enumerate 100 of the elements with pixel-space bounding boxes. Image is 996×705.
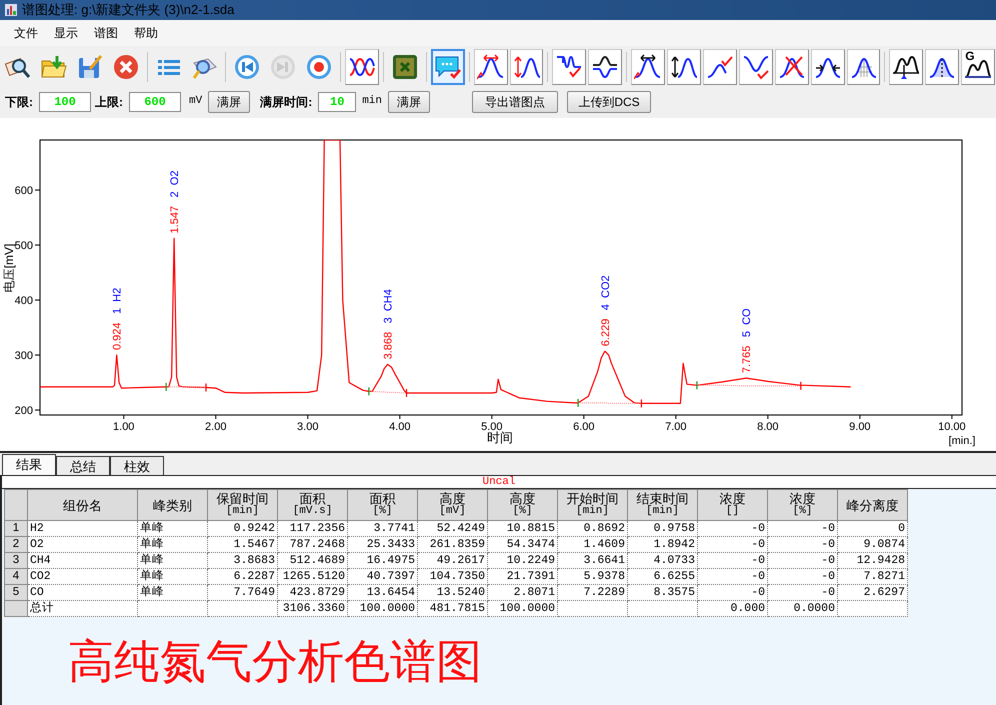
lower-limit-label: 下限: (5, 94, 33, 110)
x-tick-label: 4.00 (389, 421, 410, 433)
x-tick: 3.00 (297, 414, 318, 433)
time-label: 满屏时间: (260, 94, 312, 110)
peak-name-label: 1 H2 (112, 288, 124, 314)
header-corner (4, 489, 28, 521)
toolbar-button[interactable] (925, 49, 960, 85)
column-header[interactable]: 面积 [%] (348, 489, 418, 521)
table-cell: 单峰 (138, 569, 208, 585)
y-tick-label: 500 (14, 240, 33, 252)
table-cell: 3.6641 (558, 553, 628, 569)
toolbar-button[interactable] (810, 49, 845, 85)
row-header: 4 (4, 569, 28, 585)
table-cell: 0 (838, 521, 908, 537)
table-cell: -0 (768, 553, 838, 569)
x-tick: 9.00 (849, 414, 871, 433)
table-cell: 10.2249 (488, 553, 558, 569)
tab[interactable]: 柱效 (110, 456, 164, 475)
table-cell (208, 601, 278, 617)
column-header[interactable]: 峰分离度 (838, 489, 908, 521)
column-header[interactable]: 浓度 [%] (768, 489, 838, 521)
fit-screen-button[interactable]: 满屏 (208, 90, 250, 112)
toolbar-button[interactable] (474, 49, 508, 85)
x-tick-label: 1.00 (113, 421, 134, 433)
column-header[interactable]: 结束时间 [min] (628, 489, 698, 521)
column-header[interactable]: 峰类别 (138, 489, 208, 521)
table-cell: 261.8359 (418, 537, 488, 553)
upload-button[interactable]: 上传到DCS (567, 90, 652, 112)
table-cell: 0.9758 (628, 521, 698, 537)
row-header (4, 601, 28, 617)
table-cell: 1.5467 (208, 537, 278, 553)
menu-item[interactable]: 谱图 (86, 24, 126, 42)
column-header[interactable]: 开始时间 [min] (558, 489, 628, 521)
toolbar-button[interactable] (738, 49, 773, 85)
menu-item[interactable]: 显示 (46, 24, 86, 42)
peak-start-tick (166, 382, 167, 391)
column-header[interactable]: 浓度 [] (698, 489, 768, 521)
skip-back-icon (233, 53, 262, 81)
toolbar-button[interactable] (588, 49, 622, 85)
x-tick: 8.00 (757, 414, 779, 433)
column-header[interactable]: 高度 [%] (488, 489, 558, 521)
table-cell: 单峰 (138, 585, 208, 601)
fit-screen-button[interactable]: 满屏 (388, 90, 430, 112)
peak-name-label: 3 CH4 (382, 289, 395, 324)
caption-text: 高纯氮气分析色谱图 (68, 638, 482, 684)
table-cell: 3106.3360 (278, 601, 348, 617)
table-cell: 40.7397 (348, 569, 418, 585)
table-cell: 2.6297 (838, 585, 908, 601)
y-tick-label: 300 (14, 350, 33, 362)
table-cell: 52.4249 (418, 521, 488, 537)
x-axis-unit: [min.] (948, 435, 976, 447)
toolbar-button[interactable] (631, 49, 666, 85)
column-header[interactable]: 高度 [mV] (418, 489, 488, 521)
column-header[interactable]: 组份名 (28, 489, 138, 521)
toolbar-button[interactable] (889, 49, 924, 85)
peak-start-tick (578, 398, 579, 407)
tab[interactable]: 总结 (56, 456, 110, 475)
table-cell: 13.5240 (418, 585, 488, 601)
table-cell: 5.9378 (558, 569, 628, 585)
table-cell: 16.4975 (348, 553, 418, 569)
double-peak-icon (892, 53, 920, 81)
table-cell: 总计 (28, 601, 138, 617)
y-axis-title: 电压[mV] (2, 244, 16, 292)
toolbar-button[interactable] (552, 49, 586, 85)
table-cell: 12.9428 (838, 553, 908, 569)
retention-time-label: 6.229 (600, 318, 612, 346)
tab[interactable]: 结果 (2, 454, 56, 475)
table-cell: 7.8271 (838, 569, 908, 585)
column-header[interactable]: 面积 [mV.s] (278, 489, 348, 521)
row-header: 3 (4, 553, 28, 569)
menu-item[interactable]: 文件 (6, 24, 46, 42)
x-tick: 4.00 (389, 414, 410, 433)
peak-start-tick (368, 387, 370, 396)
toolbar-button[interactable] (846, 49, 880, 85)
table-cell (138, 601, 208, 617)
toolbar-button[interactable] (345, 49, 379, 85)
column-header[interactable]: 保留时间 [min] (208, 489, 278, 521)
toolbar-button[interactable] (667, 49, 702, 85)
peak-start-tick (696, 381, 698, 390)
toolbar-button[interactable] (774, 49, 809, 85)
table-cell: H2 (28, 521, 138, 537)
table-cell: 0.0000 (768, 601, 838, 617)
upper-limit-label: 上限: (95, 94, 123, 110)
export-points-button[interactable]: 导出谱图点 (472, 90, 558, 112)
table-cell: 13.6454 (348, 585, 418, 601)
y-tick: 500 (14, 240, 40, 252)
toolbar-button[interactable] (703, 49, 737, 85)
table-cell: -0 (768, 585, 838, 601)
toolbar-button[interactable] (510, 49, 544, 85)
x-tick: 7.00 (665, 414, 687, 433)
menu-item[interactable]: 帮助 (126, 24, 166, 42)
table-cell: -0 (768, 537, 838, 553)
table-cell: 6.6255 (628, 569, 698, 585)
x-tick-label: 2.00 (205, 421, 226, 433)
table-cell (838, 601, 908, 617)
table-cell: -0 (768, 521, 838, 537)
table-cell: 512.4689 (278, 553, 348, 569)
peak-end-tick (800, 382, 802, 390)
toolbar-button[interactable]: G (961, 49, 996, 85)
table-cell: 3.7741 (348, 521, 418, 537)
